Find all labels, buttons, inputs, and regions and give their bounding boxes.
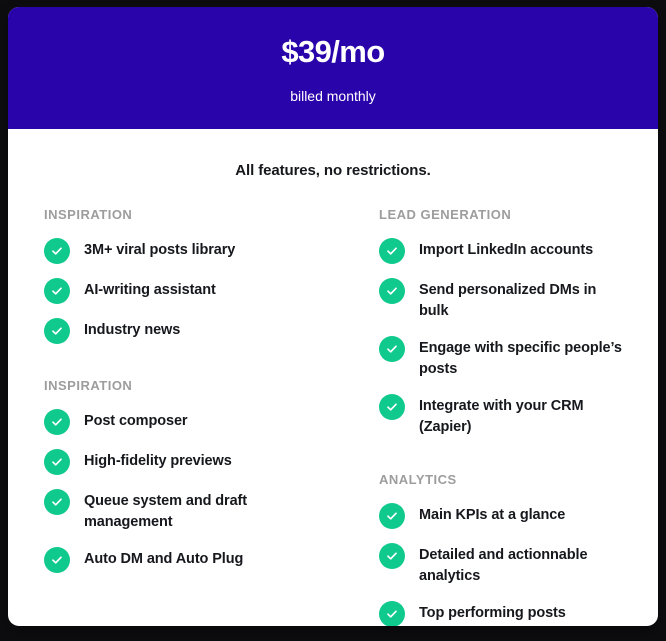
- feature-group-analytics: ANALYTICS Main KPIs at a glance Detailed…: [379, 472, 622, 626]
- feature-label: AI-writing assistant: [84, 282, 216, 298]
- check-circle-icon: [44, 409, 70, 435]
- feature-item: AI-writing assistant: [44, 271, 323, 311]
- feature-label: 3M+ viral posts library: [84, 242, 236, 258]
- feature-item: High-fidelity previews: [44, 442, 323, 482]
- check-circle-icon: [379, 238, 405, 264]
- price-amount: $39/mo: [281, 33, 385, 69]
- pricing-card: $39/mo billed monthly All features, no r…: [8, 7, 658, 626]
- feature-label: Post composer: [84, 413, 188, 429]
- group-title: INSPIRATION: [44, 207, 133, 222]
- check-circle-icon: [379, 601, 405, 626]
- screen-background: $39/mo billed monthly All features, no r…: [0, 0, 666, 641]
- feature-column-right: LEAD GENERATION Import LinkedIn accounts: [333, 207, 622, 626]
- check-circle-icon: [379, 278, 405, 304]
- feature-label: Industry news: [84, 322, 181, 338]
- feature-item: Industry news: [44, 311, 323, 351]
- feature-label: Auto DM and Auto Plug: [84, 551, 244, 568]
- billing-period-label: billed monthly: [290, 87, 376, 104]
- feature-list: Main KPIs at a glance Detailed and actio…: [379, 496, 622, 626]
- feature-item: Top performing posts: [379, 594, 622, 626]
- feature-list: Import LinkedIn accounts Send personaliz…: [379, 231, 622, 445]
- feature-label: Import LinkedIn accounts: [419, 242, 594, 258]
- group-title: ANALYTICS: [379, 472, 457, 488]
- feature-group-lead-generation: LEAD GENERATION Import LinkedIn accounts: [379, 207, 622, 445]
- feature-item: 3M+ viral posts library: [44, 231, 323, 271]
- feature-item: Queue system and draft management: [44, 482, 323, 540]
- group-title: LEAD GENERATION: [379, 207, 512, 222]
- check-circle-icon: [44, 547, 70, 574]
- check-circle-icon: [379, 503, 405, 530]
- feature-list: Post composer High-fidelity previews Que…: [44, 402, 323, 580]
- group-title: INSPIRATION: [44, 378, 133, 393]
- feature-columns: INSPIRATION 3M+ viral posts library AI-w…: [44, 207, 622, 626]
- feature-label: Top performing posts: [419, 605, 566, 622]
- pricing-card-header: $39/mo billed monthly: [8, 7, 658, 129]
- check-circle-icon: [44, 238, 70, 264]
- feature-item: Engage with specific people’s posts: [379, 329, 622, 387]
- feature-column-left: INSPIRATION 3M+ viral posts library AI-w…: [44, 207, 333, 626]
- feature-item: Detailed and actionnable analytics: [379, 536, 622, 594]
- feature-label: Engage with specific people’s posts: [419, 340, 622, 378]
- feature-label: High-fidelity previews: [84, 453, 232, 469]
- check-circle-icon: [379, 394, 405, 421]
- pricing-card-body: All features, no restrictions. INSPIRATI…: [8, 162, 658, 626]
- check-circle-icon: [44, 449, 70, 475]
- feature-item: Post composer: [44, 402, 323, 442]
- feature-item: Integrate with your CRM (Zapier): [379, 387, 622, 445]
- feature-label: Main KPIs at a glance: [419, 507, 566, 524]
- feature-item: Main KPIs at a glance: [379, 496, 622, 536]
- check-circle-icon: [44, 489, 70, 515]
- feature-label: Detailed and actionnable analytics: [419, 547, 588, 585]
- feature-list: 3M+ viral posts library AI-writing assis…: [44, 231, 323, 351]
- feature-label: Integrate with your CRM (Zapier): [419, 398, 584, 436]
- feature-group-inspiration-1: INSPIRATION 3M+ viral posts library AI-w…: [44, 207, 323, 351]
- features-tagline: All features, no restrictions.: [235, 162, 431, 179]
- check-circle-icon: [379, 543, 405, 570]
- feature-group-inspiration-2: INSPIRATION Post composer High-fidelity …: [44, 378, 323, 580]
- feature-item: Import LinkedIn accounts: [379, 231, 622, 271]
- feature-item: Send personalized DMs in bulk: [379, 271, 622, 329]
- check-circle-icon: [44, 278, 70, 304]
- check-circle-icon: [379, 336, 405, 363]
- feature-label: Send personalized DMs in bulk: [419, 282, 597, 320]
- feature-item: Auto DM and Auto Plug: [44, 540, 323, 580]
- check-circle-icon: [44, 318, 70, 344]
- feature-label: Queue system and draft management: [84, 493, 247, 531]
